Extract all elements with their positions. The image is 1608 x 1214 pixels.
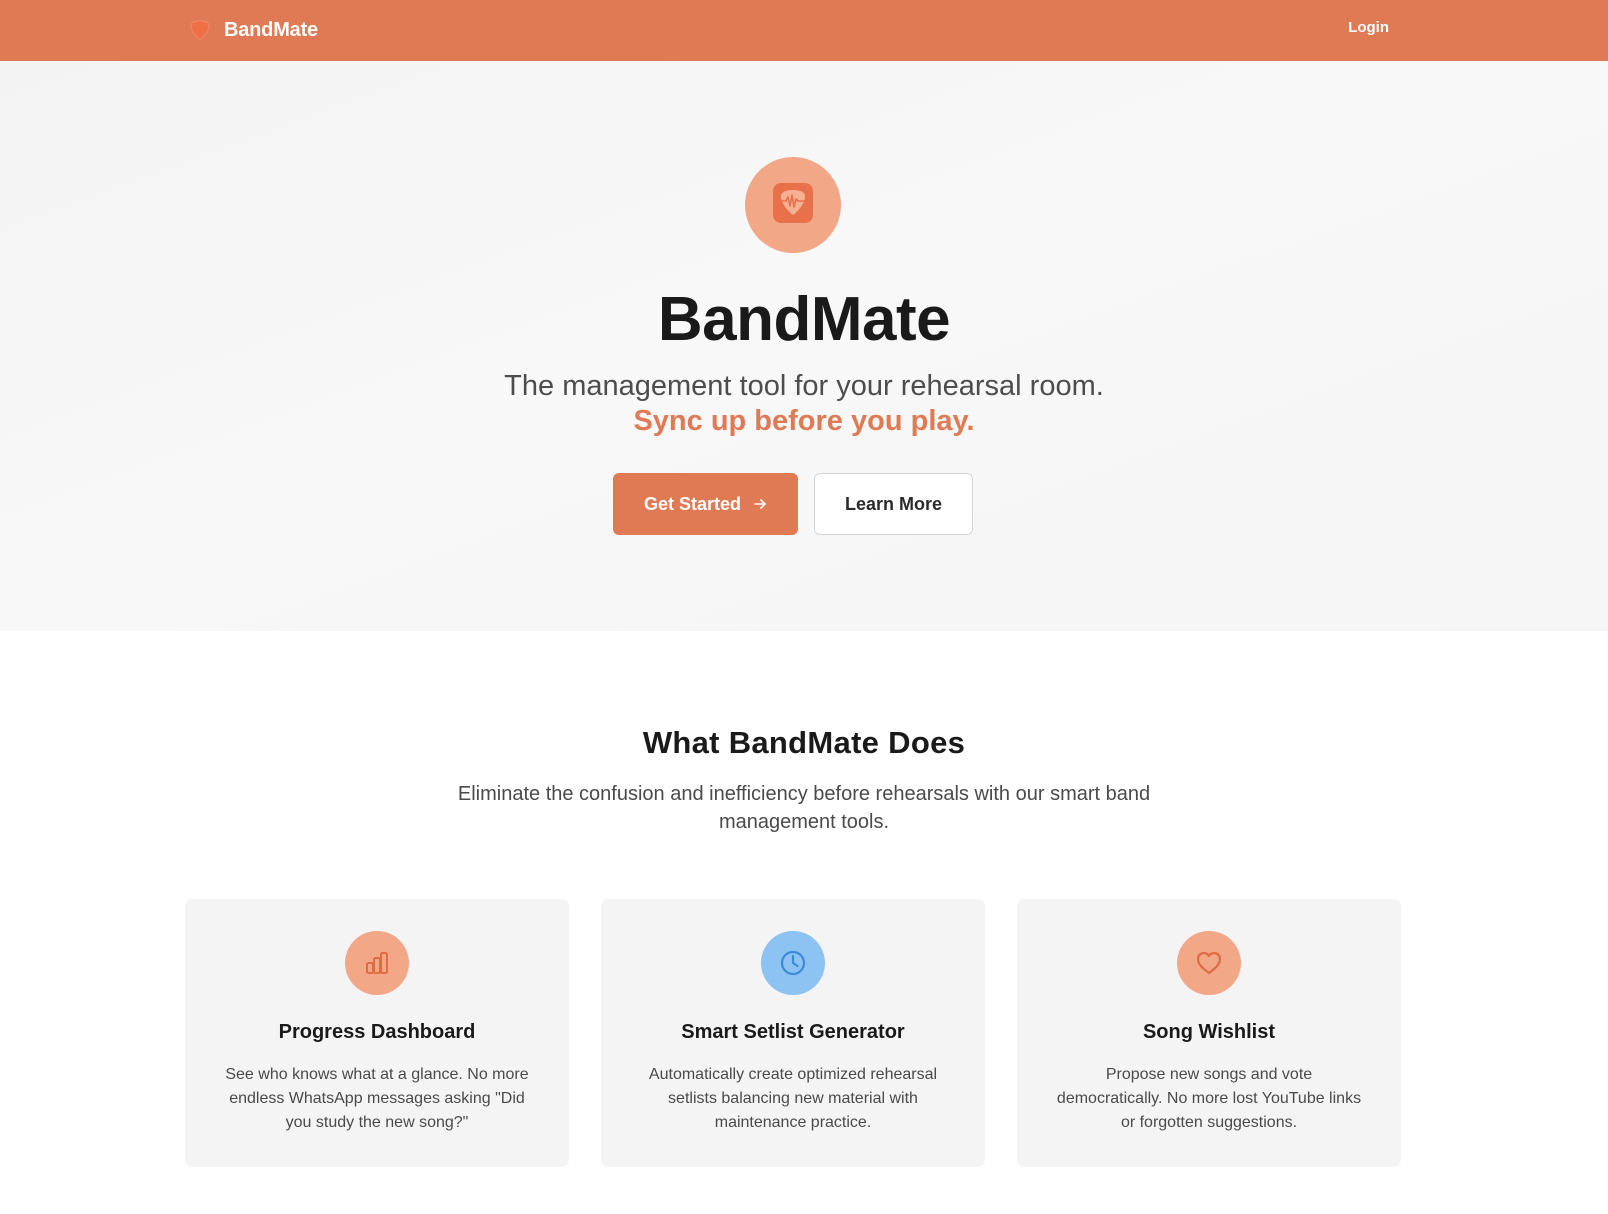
hero-subtitle: The management tool for your rehearsal r… [504,370,1104,402]
brand-name: BandMate [224,18,318,41]
get-started-label: Get Started [643,493,742,514]
feature-card-song-wishlist: Song Wishlist Propose new songs and vote… [1017,899,1401,1167]
guitar-pick-icon [188,18,212,42]
hero-tagline: Sync up before you play. [633,405,975,437]
hero-title: BandMate [657,285,951,354]
card-text: Propose new songs and vote democraticall… [1056,1066,1362,1131]
login-link[interactable]: Login [1348,19,1389,36]
feature-card-smart-setlist: Smart Setlist Generator Automatically cr… [601,899,985,1167]
clock-icon [761,931,825,995]
get-started-button[interactable]: Get Started [613,473,798,535]
hero-logo [745,157,841,253]
learn-more-button[interactable]: Learn More [814,473,973,535]
hero-section: BandMate The management tool for your re… [0,61,1608,631]
heart-icon [1177,931,1241,995]
learn-more-label: Learn More [844,493,943,514]
card-title: Progress Dashboard [278,1021,476,1043]
guitar-pick-heartbeat-icon [772,182,814,229]
navbar: BandMate Login [0,0,1608,61]
card-title: Song Wishlist [1142,1021,1276,1043]
feature-card-progress-dashboard: Progress Dashboard See who knows what at… [185,899,569,1167]
brand-logo-link[interactable]: BandMate [188,15,318,45]
arrow-right-icon [753,497,767,511]
features-title: What BandMate Does [642,725,966,760]
bar-chart-icon [345,931,409,995]
card-title: Smart Setlist Generator [681,1021,905,1043]
card-text: See who knows what at a glance. No more … [225,1066,529,1131]
features-description: Eliminate the confusion and inefficiency… [457,783,1151,833]
card-text: Automatically create optimized rehearsal… [648,1066,938,1131]
